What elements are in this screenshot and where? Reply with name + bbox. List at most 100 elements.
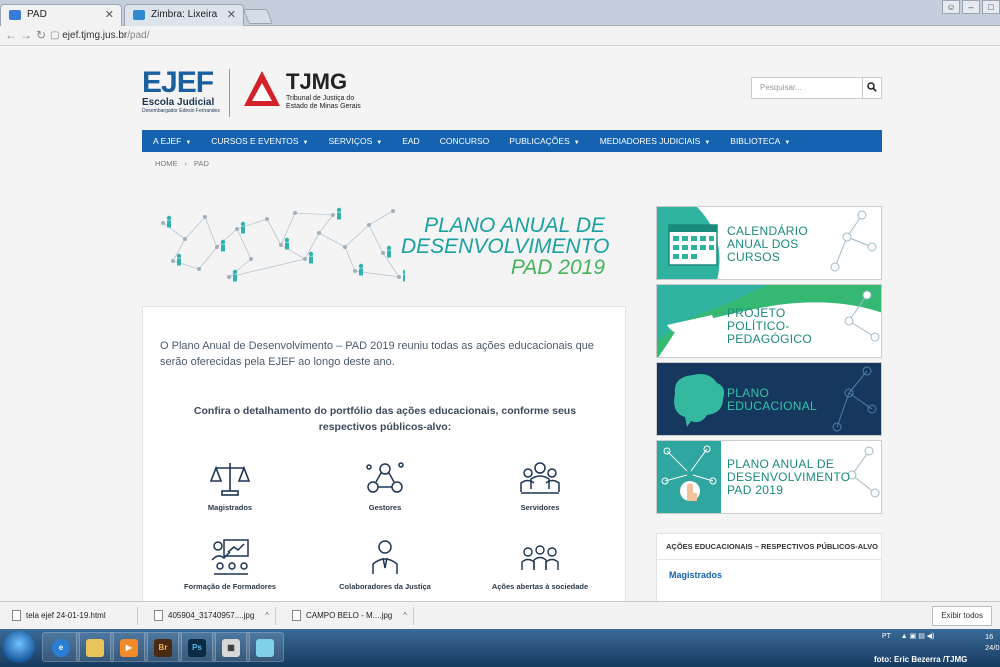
- breadcrumb-separator-icon: ›: [184, 159, 188, 168]
- tab-title: Zimbra: Lixeira: [151, 9, 218, 20]
- taskbar-calculator[interactable]: ▦: [212, 632, 250, 662]
- nav-item-label: BIBLIOTECA: [730, 136, 781, 146]
- nav-item-label: CURSOS E EVENTOS: [211, 136, 299, 146]
- maximize-icon[interactable]: □: [982, 0, 1000, 14]
- ejef-logo[interactable]: EJEF Escola Judicial Desembargador Edési…: [142, 68, 222, 117]
- image-file-icon: [154, 610, 163, 621]
- back-icon[interactable]: ←: [5, 28, 17, 42]
- search-button[interactable]: [862, 77, 882, 99]
- tab-pad[interactable]: PAD ✕: [0, 4, 122, 26]
- taskbar-ie[interactable]: e: [42, 632, 80, 662]
- taskbar-explorer[interactable]: [76, 632, 114, 662]
- person-tie-icon: [372, 540, 398, 574]
- nav-item[interactable]: PUBLICAÇÕES ▼: [509, 136, 579, 146]
- audience-label: Ações abertas à sociedade: [491, 582, 589, 591]
- internet-explorer-icon: e: [52, 639, 70, 657]
- search-input[interactable]: Pesquisar...: [751, 77, 863, 99]
- download-item[interactable]: 405904_31740957....jpg ^: [150, 607, 276, 625]
- taskbar-chrome[interactable]: [246, 632, 284, 662]
- audience-formacao-formadores[interactable]: Formação de Formadores: [160, 538, 300, 591]
- chevron-up-icon[interactable]: ^: [403, 607, 407, 625]
- close-tab-icon[interactable]: ✕: [105, 5, 114, 25]
- calendar-card[interactable]: CALENDÁRIO ANUAL DOS CURSOS: [656, 206, 882, 280]
- audience-label: Magistrados: [207, 503, 253, 512]
- page-viewport: EJEF Escola Judicial Desembargador Edési…: [0, 47, 1000, 601]
- close-tab-icon[interactable]: ✕: [227, 5, 236, 25]
- intro-text: O Plano Anual de Desenvolvimento – PAD 2…: [160, 340, 594, 368]
- user-icon[interactable]: ☺: [942, 0, 960, 14]
- media-player-icon: ▶: [120, 639, 138, 657]
- tab-zimbra[interactable]: Zimbra: Lixeira ✕: [124, 4, 244, 26]
- tab-favicon-icon: [9, 10, 21, 20]
- window-controls: ☺ – □: [942, 0, 1000, 14]
- breadcrumb-home[interactable]: HOME: [155, 159, 178, 168]
- nav-item-label: PUBLICAÇÕES: [509, 136, 570, 146]
- network-people-icon: [366, 462, 404, 493]
- card-line: CURSOS: [727, 250, 781, 264]
- chevron-up-icon[interactable]: ^: [265, 607, 269, 625]
- chevron-down-icon: ▼: [302, 140, 309, 146]
- tjmg-logo[interactable]: TJMG Tribunal de Justiça do Estado de Mi…: [242, 69, 372, 117]
- chevron-down-icon: ▼: [784, 140, 791, 146]
- reload-icon[interactable]: ↻: [36, 28, 46, 42]
- ppp-card[interactable]: PROJETO POLÍTICO- PEDAGÓGICO: [656, 284, 882, 358]
- tjmg-name: TJMG: [286, 69, 348, 94]
- portfolio-heading: Confira o detalhamento do portfólio das …: [193, 405, 577, 433]
- audience-link-magistrados[interactable]: Magistrados: [657, 560, 881, 580]
- tjmg-subtitle-line2: Estado de Minas Gerais: [286, 103, 361, 110]
- card-title: CALENDÁRIO ANUAL DOS CURSOS: [727, 225, 808, 264]
- start-button-icon[interactable]: [3, 631, 35, 663]
- audience-sociedade[interactable]: Ações abertas à sociedade: [470, 538, 610, 591]
- browser-tabstrip: PAD ✕ Zimbra: Lixeira ✕ ☺ – □: [0, 0, 1000, 26]
- language-indicator[interactable]: PT: [882, 633, 891, 640]
- site-header: EJEF Escola Judicial Desembargador Edési…: [142, 65, 882, 127]
- card-line: PEDAGÓGICO: [727, 332, 813, 346]
- forward-icon[interactable]: →: [20, 28, 32, 42]
- bridge-icon: Br: [154, 639, 172, 657]
- new-tab-button[interactable]: [243, 9, 273, 24]
- audience-gestores[interactable]: Gestores: [315, 459, 455, 512]
- download-item[interactable]: CAMPO BELO - M....jpg ^: [288, 607, 414, 625]
- breadcrumb-current: PAD: [194, 159, 209, 168]
- download-item[interactable]: tela ejef 24-01-19.html: [8, 607, 138, 625]
- pad-2019-card[interactable]: PLANO ANUAL DE DESENVOLVIMENTO PAD 2019: [656, 440, 882, 514]
- clock-time: 16: [985, 632, 994, 641]
- nav-item[interactable]: MEDIADORES JUDICIAIS ▼: [600, 136, 711, 146]
- show-all-downloads-button[interactable]: Exibir todos: [932, 606, 992, 626]
- download-filename: CAMPO BELO - M....jpg: [306, 611, 393, 620]
- audience-colaboradores[interactable]: Colaboradores da Justiça: [315, 538, 455, 591]
- nav-item-label: MEDIADORES JUDICIAIS: [599, 136, 701, 146]
- file-icon: [12, 610, 21, 621]
- banner-line3: PAD 2019: [510, 256, 605, 279]
- download-bar: tela ejef 24-01-19.html 405904_31740957.…: [0, 601, 1000, 629]
- nav-item[interactable]: CURSOS E EVENTOS ▼: [211, 136, 308, 146]
- taskbar-bridge[interactable]: Br: [144, 632, 182, 662]
- photoshop-icon: Ps: [188, 639, 206, 657]
- audience-label: Colaboradores da Justiça: [339, 582, 431, 591]
- browser-toolbar: ← → ↻ ▢ ejef.tjmg.jus.br/pad/: [0, 26, 1000, 46]
- nav-item-label: SERVIÇOS: [328, 136, 373, 146]
- chevron-down-icon: ▼: [185, 140, 192, 146]
- nav-item[interactable]: SERVIÇOS ▼: [328, 136, 382, 146]
- crowd-icon: [521, 545, 559, 570]
- clock[interactable]: 16 24/01: [985, 631, 1000, 653]
- nav-item[interactable]: EAD: [402, 136, 419, 146]
- system-tray: PT ▲ ▣ ▤ ◀): [882, 632, 935, 640]
- audience-magistrados[interactable]: Magistrados: [160, 459, 300, 512]
- taskbar-media[interactable]: ▶: [110, 632, 148, 662]
- plano-educacional-card[interactable]: PLANO EDUCACIONAL: [656, 362, 882, 436]
- nav-item[interactable]: BIBLIOTECA ▼: [730, 136, 790, 146]
- audience-label: Formação de Formadores: [183, 582, 277, 591]
- nav-item[interactable]: A EJEF ▼: [153, 136, 191, 146]
- card-title: PLANO ANUAL DE DESENVOLVIMENTO PAD 2019: [727, 458, 850, 497]
- tjmg-subtitle-line1: Tribunal de Justiça do: [286, 95, 355, 102]
- logo-divider: [229, 69, 230, 117]
- tab-title: PAD: [27, 9, 47, 20]
- taskbar-photoshop[interactable]: Ps: [178, 632, 216, 662]
- nav-item[interactable]: CONCURSO: [440, 136, 490, 146]
- chevron-down-icon: ▼: [376, 140, 383, 146]
- address-bar[interactable]: ▢ ejef.tjmg.jus.br/pad/: [50, 28, 990, 44]
- minimize-icon[interactable]: –: [962, 0, 980, 14]
- audience-servidores[interactable]: Servidores: [470, 459, 610, 512]
- tjmg-triangle-icon: [244, 71, 280, 106]
